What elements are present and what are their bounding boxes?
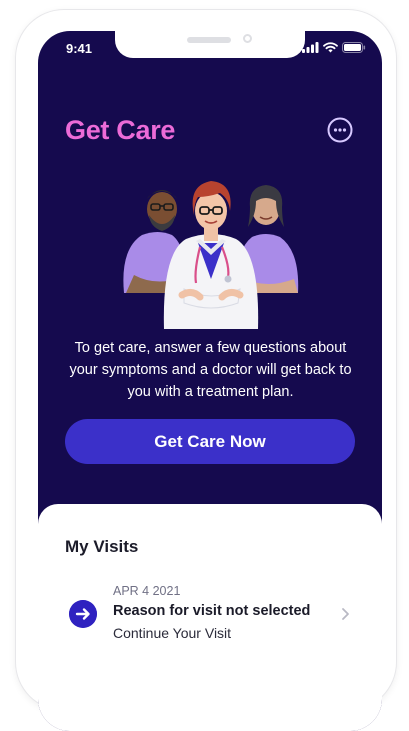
status-time: 9:41 <box>66 41 93 56</box>
more-dots-icon[interactable] <box>327 117 353 143</box>
visit-reason: Reason for visit not selected <box>113 603 311 619</box>
battery-icon <box>342 42 366 53</box>
page-title: Get Care <box>65 115 176 145</box>
doctor-center <box>163 181 259 329</box>
care-description: To get care, answer a few questions abou… <box>69 340 352 400</box>
speaker-grille <box>187 37 231 43</box>
signal-icon <box>302 42 319 53</box>
continue-visit-link[interactable]: Continue Your Visit <box>113 625 231 641</box>
status-icons <box>302 42 366 53</box>
arrow-right-icon <box>69 600 97 628</box>
visit-list-item[interactable]: APR 4 2021 Reason for visit not selected… <box>38 579 382 649</box>
my-visits-card: My Visits APR 4 2021 Reason for visit no… <box>38 504 382 731</box>
doctors-illustration <box>123 181 299 329</box>
chevron-right-icon <box>342 608 349 620</box>
get-care-now-button[interactable]: Get Care Now <box>65 419 355 464</box>
visit-date: APR 4 2021 <box>113 584 181 598</box>
my-visits-title: My Visits <box>65 537 139 556</box>
device-notch <box>115 31 305 58</box>
app-screen: 9:41 Get Care To get care, answer a few … <box>38 31 382 731</box>
wifi-icon <box>323 42 338 53</box>
camera-lens <box>243 34 252 43</box>
